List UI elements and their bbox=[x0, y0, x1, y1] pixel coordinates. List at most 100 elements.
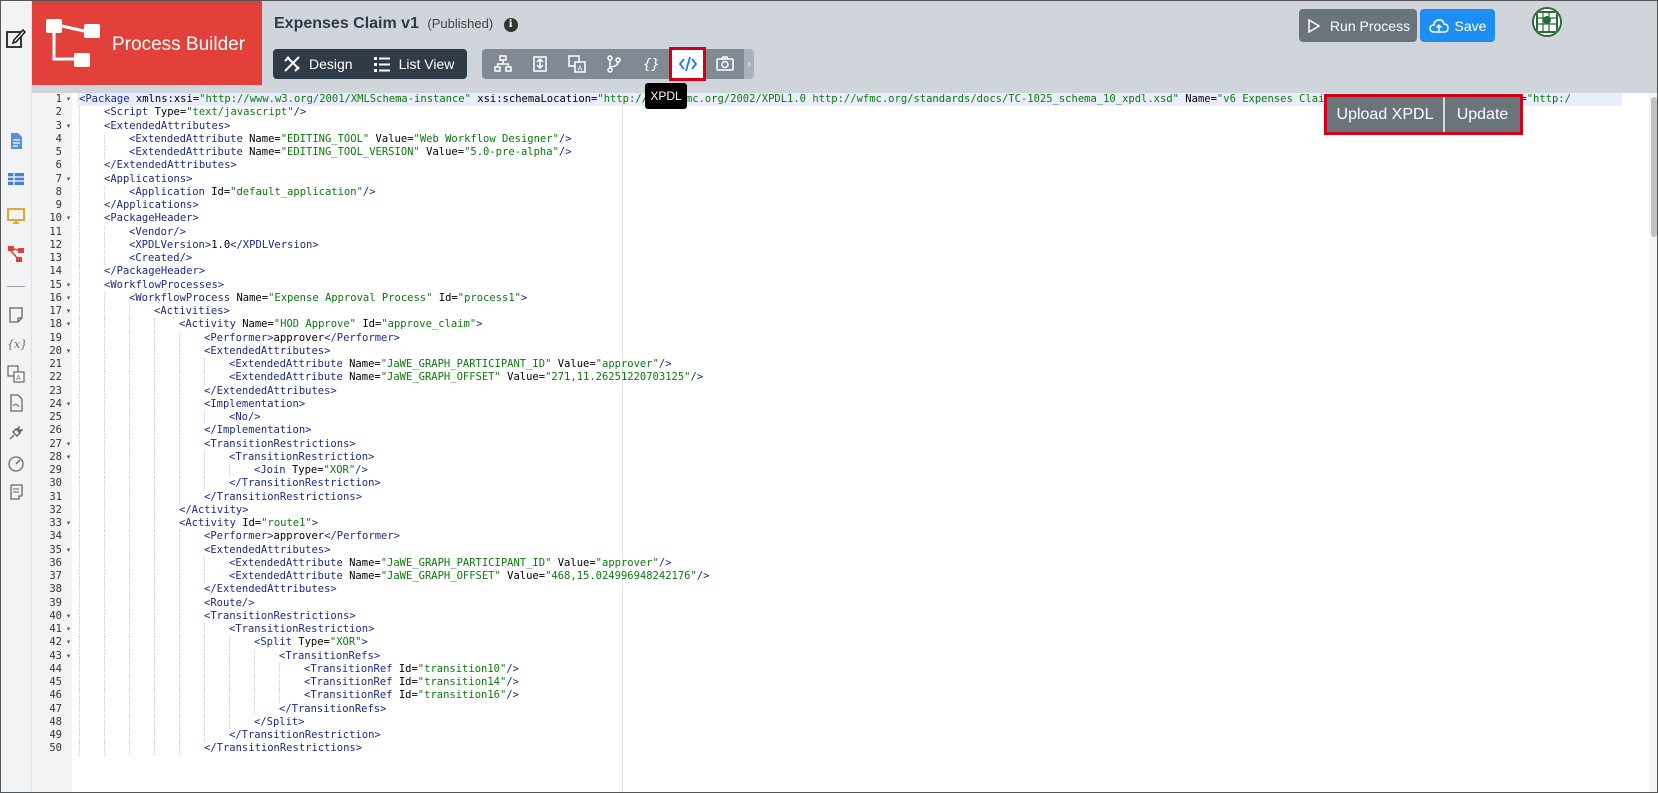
line-number: 39 bbox=[49, 596, 62, 609]
indent-guide bbox=[104, 596, 105, 610]
fold-toggle-icon[interactable]: ▾ bbox=[65, 438, 72, 451]
indent-guide bbox=[154, 742, 155, 756]
indent-guide bbox=[79, 146, 80, 160]
indent-guide bbox=[79, 238, 80, 252]
toolbar-screenshot-button[interactable] bbox=[706, 49, 743, 79]
toolbar-translate-button[interactable]: A bbox=[558, 49, 595, 79]
fold-toggle-icon[interactable]: ▾ bbox=[65, 650, 72, 663]
fold-toggle-icon[interactable]: ▾ bbox=[65, 318, 72, 331]
toolbar-activity-button[interactable] bbox=[521, 49, 558, 79]
document-icon[interactable] bbox=[7, 132, 25, 150]
cloud-upload-icon bbox=[1428, 18, 1449, 33]
line-number: 36 bbox=[49, 556, 62, 569]
indent-guide bbox=[179, 636, 180, 650]
toolbar-branch-button[interactable] bbox=[595, 49, 632, 79]
code-line: <XPDLVersion>1.0</XPDLVersion> bbox=[129, 239, 319, 252]
toolbar-xpdl-button[interactable] bbox=[669, 47, 706, 81]
line-number: 1 bbox=[55, 93, 62, 105]
edit-icon[interactable] bbox=[5, 27, 27, 49]
run-process-button[interactable]: Run Process bbox=[1299, 9, 1417, 42]
code-token: Type= bbox=[154, 106, 187, 119]
fold-toggle-icon[interactable]: ▾ bbox=[65, 120, 72, 133]
dashboard-icon[interactable] bbox=[7, 454, 25, 472]
toolbar-json-button[interactable]: {} bbox=[632, 49, 669, 79]
fold-toggle-icon[interactable]: ▾ bbox=[65, 636, 72, 649]
avatar[interactable] bbox=[1532, 7, 1562, 37]
upload-xpdl-button[interactable]: Upload XPDL bbox=[1327, 97, 1445, 132]
fold-toggle-icon[interactable]: ▾ bbox=[65, 279, 72, 292]
editor-vertical-scrollbar[interactable] bbox=[1649, 93, 1657, 792]
code-token: "process1" bbox=[457, 291, 521, 304]
brand-block[interactable]: Process Builder bbox=[32, 1, 262, 85]
indent-guide bbox=[129, 464, 130, 478]
monitor-icon[interactable] bbox=[7, 207, 25, 225]
info-icon[interactable]: i bbox=[503, 18, 518, 32]
code-token: <ExtendedAttribute bbox=[129, 132, 250, 145]
indent-guide bbox=[179, 742, 180, 756]
indent-guide bbox=[179, 543, 180, 557]
code-token: Id= bbox=[398, 662, 418, 675]
indent-guide bbox=[79, 397, 80, 411]
indent-guide bbox=[104, 556, 105, 570]
fold-toggle-icon[interactable]: ▾ bbox=[65, 345, 72, 358]
fold-toggle-icon[interactable]: ▾ bbox=[65, 544, 72, 557]
indent-guide bbox=[129, 676, 130, 690]
variable-icon[interactable]: {x} bbox=[7, 335, 25, 353]
fold-toggle-icon[interactable]: ▾ bbox=[65, 93, 72, 106]
line-number: 46 bbox=[49, 689, 62, 702]
scrollbar-thumb[interactable] bbox=[1651, 97, 1657, 237]
fold-toggle-icon[interactable]: ▾ bbox=[65, 610, 72, 623]
code-line: <ExtendedAttribute Name="EDITING_TOOL_VE… bbox=[129, 146, 572, 159]
code-token: <ExtendedAttribute bbox=[229, 358, 350, 370]
fold-toggle-icon[interactable]: ▾ bbox=[65, 451, 72, 464]
indent-guide bbox=[79, 570, 80, 584]
code-token: /> bbox=[362, 185, 376, 198]
line-number: 7 bbox=[55, 172, 62, 185]
fold-toggle-icon[interactable]: ▾ bbox=[65, 173, 72, 186]
toolbar-more-chevron[interactable]: › bbox=[744, 49, 754, 79]
xpdl-code-editor[interactable]: 1 ▾ 2 3 ▾ 4 5 6 7 ▾ 8 9 10 ▾ 11 12 13 14 15 ▾ 16 ▾ 17 ▾ 18 ▾ 19 20 ▾… bbox=[32, 93, 1657, 792]
table-icon[interactable] bbox=[7, 170, 25, 188]
toolbar-participant-button[interactable] bbox=[484, 49, 521, 79]
process-icon[interactable] bbox=[7, 245, 25, 263]
code-line: </Implementation> bbox=[204, 424, 311, 437]
fold-toggle-icon[interactable]: ▾ bbox=[65, 212, 72, 225]
save-button[interactable]: Save bbox=[1420, 9, 1495, 42]
pdf-icon[interactable] bbox=[7, 394, 25, 412]
line-number: 42 bbox=[49, 636, 62, 649]
line-number-gutter: 1 ▾ 2 3 ▾ 4 5 6 7 ▾ 8 9 10 ▾ 11 12 13 14 15 ▾ 16 ▾ 17 ▾ 18 ▾ 19 20 ▾… bbox=[32, 93, 72, 792]
scroll-icon[interactable] bbox=[7, 483, 25, 501]
list-view-button[interactable]: List View bbox=[363, 49, 465, 79]
indent-guide bbox=[154, 702, 155, 716]
fold-toggle-icon[interactable]: ▾ bbox=[65, 623, 72, 636]
indent-guide bbox=[154, 570, 155, 584]
indent-guide bbox=[204, 623, 205, 637]
code-token: </ExtendedAttributes> bbox=[204, 384, 337, 397]
code-token: </Implementation> bbox=[204, 424, 312, 437]
fold-toggle-icon[interactable]: ▾ bbox=[65, 517, 72, 530]
update-button[interactable]: Update bbox=[1445, 97, 1520, 132]
indent-guide bbox=[79, 384, 80, 398]
indent-guide bbox=[179, 450, 180, 464]
code-token: > bbox=[311, 517, 319, 529]
code-token: Name= bbox=[349, 570, 381, 582]
fold-toggle-icon[interactable]: ▾ bbox=[65, 292, 72, 305]
note-icon[interactable] bbox=[7, 306, 25, 324]
code-line: <TransitionRef Id="transition10"/> bbox=[304, 663, 519, 676]
plugin-icon[interactable] bbox=[7, 424, 25, 442]
code-token: <Performer> bbox=[204, 331, 274, 344]
code-line: <Route/> bbox=[204, 597, 255, 610]
code-line: <Split Type="XOR"> bbox=[254, 636, 368, 649]
fold-toggle-icon[interactable]: ▾ bbox=[65, 398, 72, 411]
code-token: Id= bbox=[432, 291, 458, 304]
user-avatar-image bbox=[1534, 9, 1560, 35]
indent-guide bbox=[129, 662, 130, 676]
translate-icon[interactable]: A bbox=[7, 365, 25, 383]
indent-guide bbox=[179, 344, 180, 358]
code-area[interactable]: <Package xmlns:xsi="http://www.w3.org/20… bbox=[77, 93, 1622, 792]
line-number: 24 bbox=[49, 397, 62, 410]
indent-guide bbox=[179, 689, 180, 703]
design-button[interactable]: Design bbox=[273, 49, 363, 79]
indent-guide bbox=[154, 450, 155, 464]
fold-toggle-icon[interactable]: ▾ bbox=[65, 305, 72, 318]
